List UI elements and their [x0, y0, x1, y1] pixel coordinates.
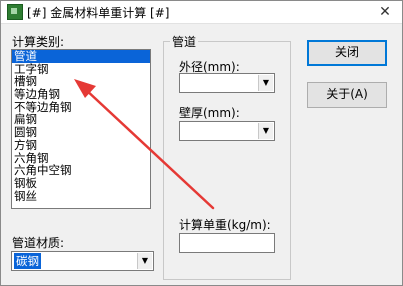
arrow-shaft: [82, 86, 215, 210]
red-arrow-annotation: [74, 79, 215, 210]
